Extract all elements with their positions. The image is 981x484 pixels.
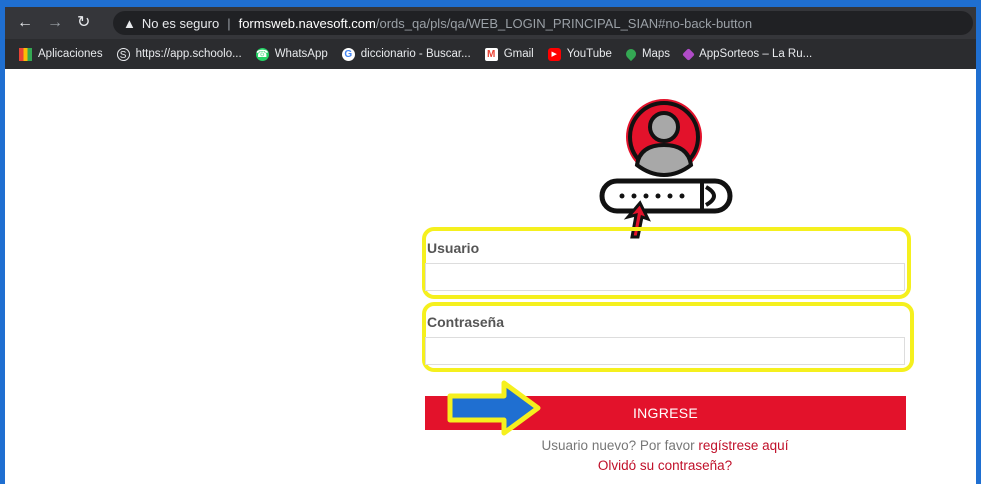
login-user-icon (599, 99, 733, 239)
register-prefix: Usuario nuevo? Por favor (541, 438, 699, 453)
bookmark-label: Gmail (503, 48, 534, 60)
arrow-right-icon (447, 380, 541, 436)
bookmark-label: https://app.schoolo... (135, 48, 242, 60)
bookmark-label: Aplicaciones (38, 48, 103, 60)
schoology-icon: S (116, 47, 130, 61)
bookmark-whatsapp[interactable]: ☎ WhatsApp (255, 47, 328, 61)
bookmark-label: YouTube (566, 48, 612, 60)
bookmarks-bar: Aplicaciones S https://app.schoolo... ☎ … (5, 39, 976, 69)
register-link[interactable]: regístrese aquí (698, 438, 788, 453)
forgot-password-link[interactable]: Olvidó su contraseña? (425, 458, 905, 473)
bookmark-label: WhatsApp (274, 48, 328, 60)
bookmark-aplicaciones[interactable]: Aplicaciones (19, 47, 103, 61)
bookmark-schoology[interactable]: S https://app.schoolo... (116, 47, 242, 61)
forward-icon[interactable]: → (47, 14, 63, 32)
maps-icon (623, 46, 639, 62)
apps-grid-icon (19, 47, 32, 61)
back-icon[interactable]: ← (17, 14, 33, 32)
bookmark-gmail[interactable]: M Gmail (484, 47, 534, 61)
url-host: formsweb.navesoft.com (238, 15, 376, 31)
url-separator: | (227, 15, 231, 31)
warning-icon: ▲ (123, 15, 136, 31)
username-label: Usuario (427, 240, 480, 256)
password-label: Contraseña (427, 314, 505, 330)
bookmark-diccionario[interactable]: G diccionario - Buscar... (341, 47, 471, 61)
reload-icon[interactable]: ↻ (77, 14, 90, 32)
bookmark-label: AppSorteos – La Ru... (699, 48, 813, 60)
url-bar[interactable]: ▲ No es seguro | formsweb.navesoft.com /… (113, 11, 973, 35)
page-content: Usuario Contraseña INGRESE Usuario nuevo… (5, 69, 976, 484)
bookmark-maps[interactable]: Maps (623, 46, 671, 62)
bookmark-label: Maps (641, 48, 671, 60)
password-input[interactable] (425, 337, 905, 365)
bookmark-youtube[interactable]: ▶ YouTube (547, 47, 612, 61)
whatsapp-icon: ☎ (255, 47, 269, 61)
bookmark-label: diccionario - Buscar... (360, 48, 471, 60)
username-input[interactable] (425, 263, 905, 291)
bookmark-appsorteos[interactable]: AppSorteos – La Ru... (682, 47, 813, 61)
url-path: /ords_qa/pls/qa/WEB_LOGIN_PRINCIPAL_SIAN… (375, 15, 753, 31)
browser-chrome: ← → ↻ ▲ No es seguro | formsweb.navesoft… (5, 7, 976, 69)
youtube-icon: ▶ (547, 47, 561, 61)
appsorteos-icon (682, 47, 695, 61)
gmail-icon: M (484, 47, 498, 61)
register-prompt: Usuario nuevo? Por favor regístrese aquí (425, 438, 905, 453)
google-icon: G (341, 47, 355, 61)
security-label[interactable]: No es seguro (142, 16, 219, 31)
address-bar-row: ← → ↻ ▲ No es seguro | formsweb.navesoft… (5, 7, 976, 39)
